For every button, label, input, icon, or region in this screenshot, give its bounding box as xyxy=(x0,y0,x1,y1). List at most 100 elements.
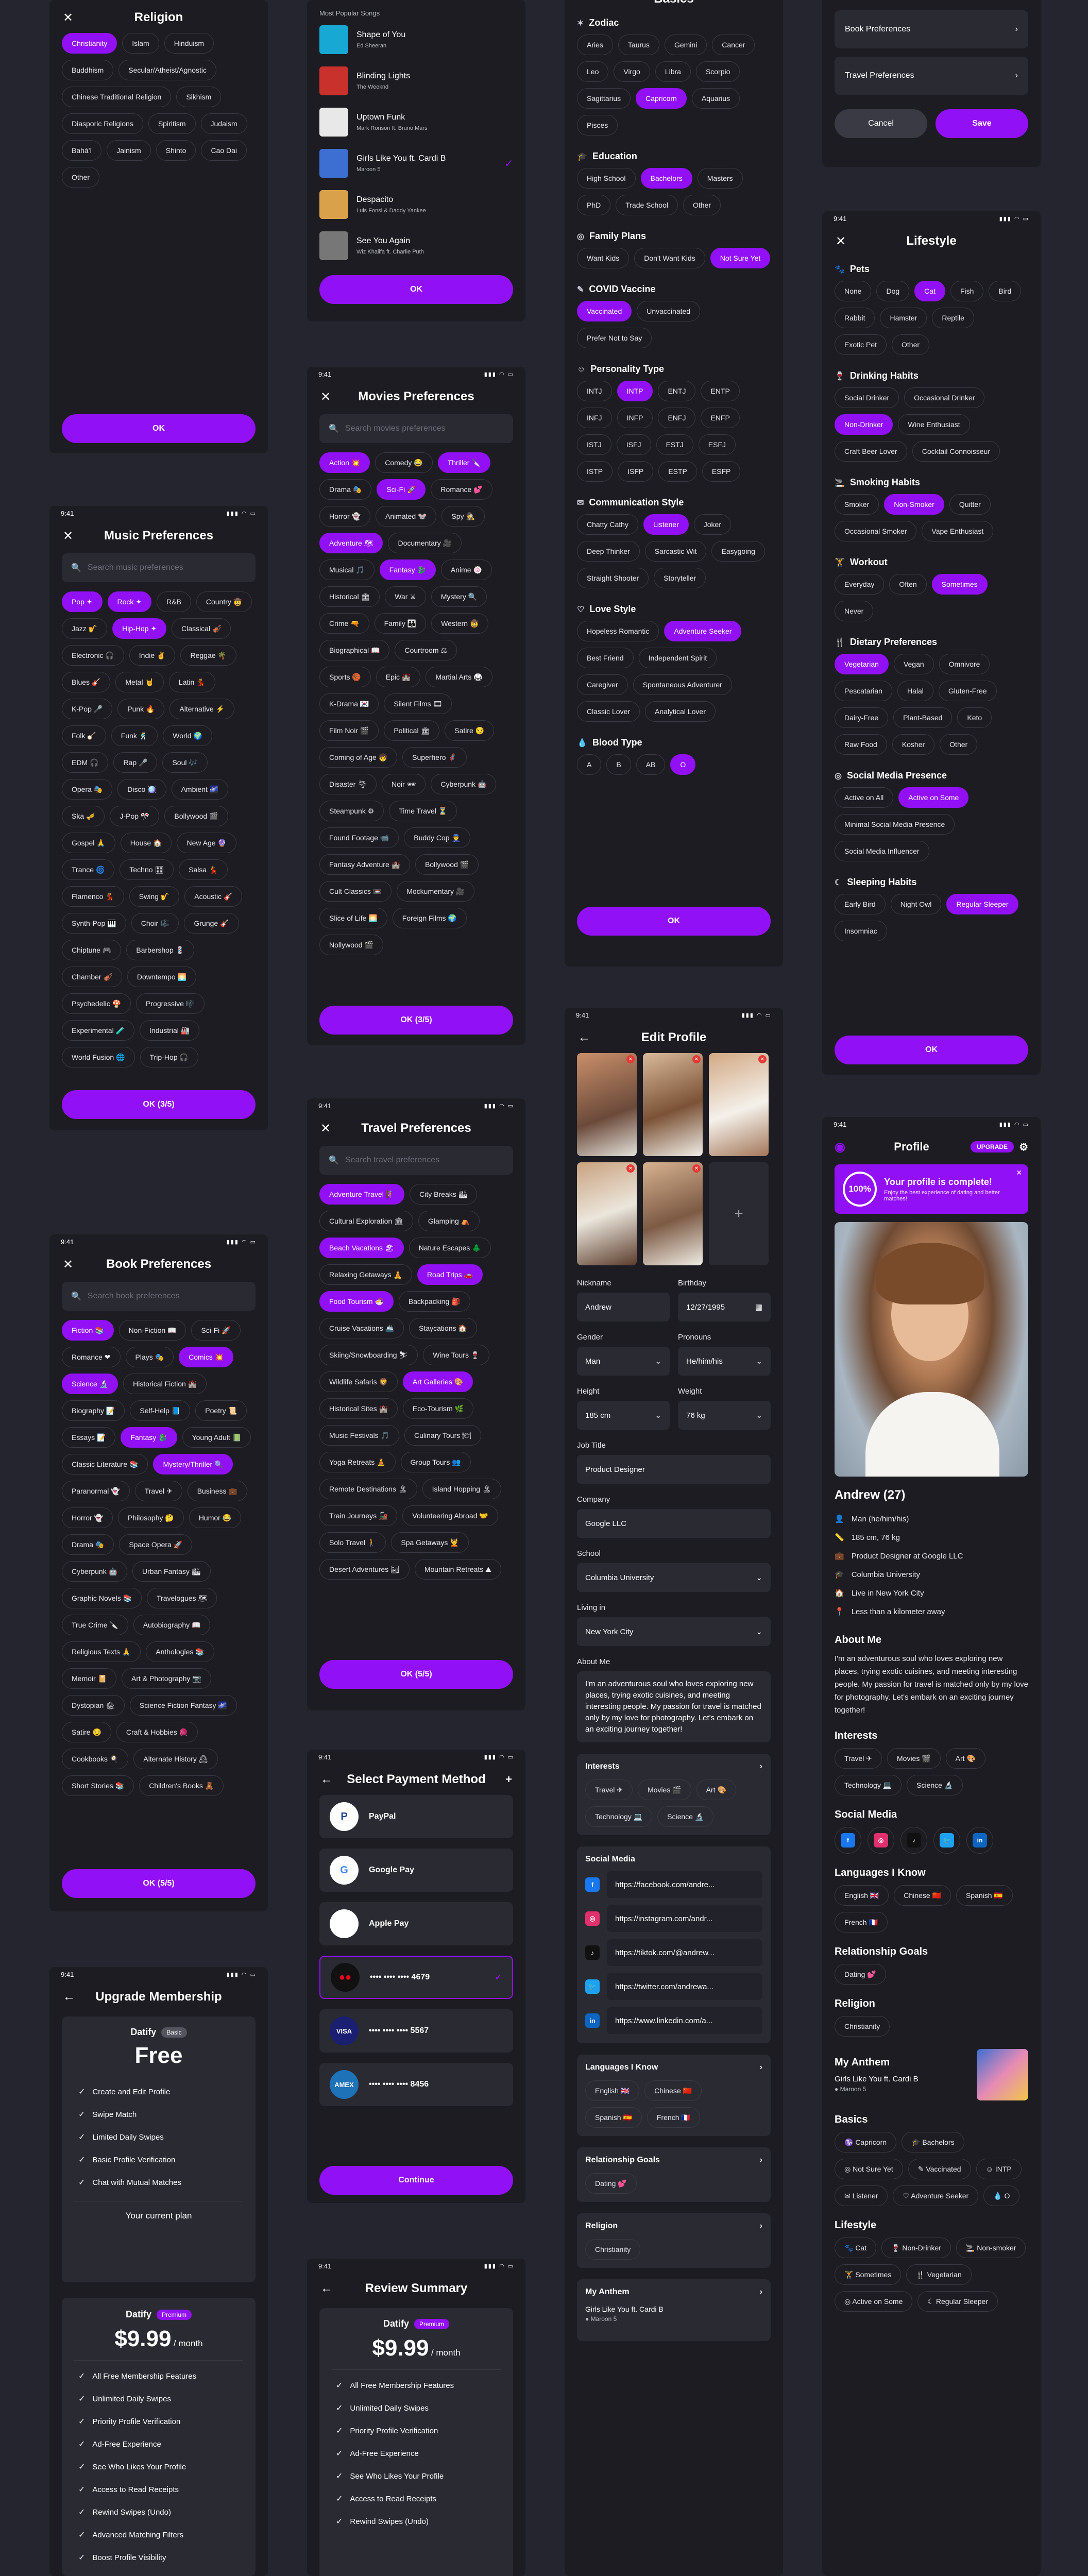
option-chip[interactable]: Solo Travel 🚶 xyxy=(319,1532,386,1553)
option-chip[interactable]: Fantasy 🐉 xyxy=(121,1427,177,1448)
option-chip[interactable]: Christianity xyxy=(62,33,117,54)
option-chip[interactable]: Paranormal 👻 xyxy=(62,1481,130,1501)
option-chip[interactable]: Anthologies 📚 xyxy=(146,1641,214,1662)
option-chip[interactable]: Pisces xyxy=(577,115,618,135)
option-chip[interactable]: True Crime 🔪 xyxy=(62,1615,128,1635)
height-select[interactable]: 185 cm ⌄ xyxy=(577,1401,670,1430)
song-row[interactable]: Girls Like You ft. Cardi B Maroon 5 ✓ xyxy=(307,143,525,184)
option-chip[interactable]: Kosher xyxy=(892,734,935,755)
option-chip[interactable]: ESTJ xyxy=(656,434,693,455)
option-chip[interactable]: Raw Food xyxy=(835,734,887,755)
add-photo-button[interactable]: + xyxy=(709,1162,769,1265)
option-chip[interactable]: Classic Lover xyxy=(577,701,640,722)
option-chip[interactable]: Pescatarian xyxy=(835,681,892,701)
option-chip[interactable]: Staycations 🏠 xyxy=(409,1318,477,1338)
profile-photo[interactable]: ✕ xyxy=(643,1053,703,1156)
remove-icon[interactable]: ✕ xyxy=(626,1164,635,1173)
option-chip[interactable]: Satire 😏 xyxy=(62,1722,111,1742)
option-chip[interactable]: Romance ❤ xyxy=(62,1347,121,1367)
option-chip[interactable]: Spiritism xyxy=(148,113,196,134)
option-chip[interactable]: Deep Thinker xyxy=(577,541,640,562)
option-chip[interactable]: Trip-Hop 🎧 xyxy=(140,1047,198,1067)
about-textarea[interactable]: I'm an adventurous soul who loves explor… xyxy=(577,1671,771,1742)
option-chip[interactable]: Chatty Cathy xyxy=(577,514,638,535)
option-chip[interactable]: Science Fiction Fantasy 🌌 xyxy=(129,1695,237,1716)
option-chip[interactable]: Islam xyxy=(122,33,159,54)
option-chip[interactable]: Classical 🎻 xyxy=(172,618,231,639)
languages-card[interactable]: Languages I Know › English 🇬🇧 Chinese 🇨🇳 Sp… xyxy=(577,2055,771,2136)
option-chip[interactable]: B xyxy=(606,754,631,775)
back-arrow-icon[interactable]: ← xyxy=(320,1772,333,1787)
option-chip[interactable]: Plays 🎭 xyxy=(125,1347,174,1367)
social-link-row[interactable]: in https://www.linkedin.com/a... xyxy=(585,2007,762,2034)
option-chip[interactable]: Night Owl xyxy=(890,894,942,914)
option-chip[interactable]: Ambient 🌌 xyxy=(171,779,229,800)
option-chip[interactable]: ENFJ xyxy=(658,408,696,428)
birthday-field[interactable]: 12/27/1995 ▦ xyxy=(678,1293,771,1321)
option-chip[interactable]: INTJ xyxy=(577,381,612,401)
option-chip[interactable]: Yoga Retreats 🧘 xyxy=(319,1452,396,1472)
option-chip[interactable]: Techno 🎛 xyxy=(120,859,174,880)
option-chip[interactable]: Funk 🕺 xyxy=(111,725,158,746)
settings-gear-icon[interactable]: ⚙ xyxy=(1019,1141,1028,1154)
option-chip[interactable]: Animated 🐭 xyxy=(376,506,437,527)
option-chip[interactable]: Mystery 🔍 xyxy=(431,586,487,607)
option-chip[interactable]: Disco 🪩 xyxy=(117,779,166,800)
option-chip[interactable]: Wine Tours 🍷 xyxy=(423,1345,490,1365)
gender-select[interactable]: Man ⌄ xyxy=(577,1347,670,1376)
option-chip[interactable]: Glamping ⛺ xyxy=(418,1211,480,1231)
option-chip[interactable]: Bollywood 🎬 xyxy=(164,806,228,826)
option-chip[interactable]: Rabbit xyxy=(835,308,875,328)
option-chip[interactable]: ESFP xyxy=(702,461,741,482)
option-chip[interactable]: K-Drama 🇰🇷 xyxy=(319,693,379,714)
option-chip[interactable]: Blues 🎸 xyxy=(62,672,111,692)
option-chip[interactable]: Adventure Seeker xyxy=(664,621,742,641)
option-chip[interactable]: Active on Some xyxy=(898,787,969,808)
close-icon[interactable]: ✕ xyxy=(836,234,846,249)
social-icon[interactable]: 🐦 xyxy=(933,1827,960,1854)
job-field[interactable]: Product Designer xyxy=(577,1455,771,1484)
option-chip[interactable]: Family 👪 xyxy=(374,613,427,634)
social-url-field[interactable]: https://www.linkedin.com/a... xyxy=(607,2007,762,2034)
option-chip[interactable]: J-Pop 🎌 xyxy=(110,806,160,826)
option-chip[interactable]: Film Noir 🎬 xyxy=(319,720,379,741)
option-chip[interactable]: Electronic 🎧 xyxy=(62,645,124,666)
back-arrow-icon[interactable]: ← xyxy=(63,1990,75,2004)
option-chip[interactable]: Halal xyxy=(897,681,933,701)
option-chip[interactable]: Skiing/Snowboarding ⛷ xyxy=(319,1345,418,1365)
option-chip[interactable]: Mystery/Thriller 🔍 xyxy=(153,1454,233,1475)
song-row[interactable]: Despacito Luis Fonsi & Daddy Yankee xyxy=(307,184,525,225)
option-chip[interactable]: Gluten-Free xyxy=(938,681,997,701)
option-chip[interactable]: Buddy Cop 👮 xyxy=(404,827,470,848)
ok-button[interactable]: OK (5/5) xyxy=(319,1660,513,1689)
option-chip[interactable]: Leo xyxy=(577,61,609,82)
close-icon[interactable]: ✕ xyxy=(63,1257,73,1272)
interests-card[interactable]: Interests › Travel ✈ Movies 🎬 Art 🎨 Technolo… xyxy=(577,1754,771,1835)
option-chip[interactable]: Vegetarian xyxy=(835,654,889,674)
option-chip[interactable]: Listener xyxy=(643,514,689,535)
option-chip[interactable]: Soul 🎶 xyxy=(162,752,208,773)
option-chip[interactable]: Thriller 🔪 xyxy=(437,452,490,473)
option-chip[interactable]: Food Tourism 🍜 xyxy=(319,1291,394,1312)
option-chip[interactable]: Insomniac xyxy=(835,921,887,941)
option-chip[interactable]: Sci-Fi 🚀 xyxy=(191,1320,241,1341)
search-input[interactable]: 🔍 Search travel preferences xyxy=(319,1146,513,1175)
option-chip[interactable]: Desert Adventures 🏜 xyxy=(319,1559,410,1580)
option-chip[interactable]: Non-Smoker xyxy=(884,494,944,515)
option-chip[interactable]: Beach Vacations 🏖 xyxy=(319,1238,404,1258)
option-chip[interactable]: Classic Literature 📚 xyxy=(62,1454,148,1475)
option-chip[interactable]: Essays 📝 xyxy=(62,1427,116,1448)
option-chip[interactable]: Children's Books 🧸 xyxy=(139,1775,224,1796)
option-chip[interactable]: Art Galleries 🎨 xyxy=(402,1371,473,1392)
option-chip[interactable]: Silent Films 🎞 xyxy=(384,693,452,714)
goals-card[interactable]: Relationship Goals › Dating 💕 xyxy=(577,2147,771,2202)
social-url-field[interactable]: https://twitter.com/andrewa... xyxy=(607,1973,762,2000)
option-chip[interactable]: Folk 🪕 xyxy=(62,725,106,746)
option-chip[interactable]: Ska 🎺 xyxy=(62,806,105,826)
search-input[interactable]: 🔍 Search music preferences xyxy=(62,553,256,582)
song-row[interactable]: See You Again Wiz Khalifa ft. Charlie Put… xyxy=(307,225,525,266)
option-chip[interactable]: AB xyxy=(636,754,666,775)
option-chip[interactable]: Mockumentary 🎥 xyxy=(397,881,475,902)
option-chip[interactable]: Urban Fantasy 🏙 xyxy=(132,1561,211,1582)
option-chip[interactable]: Found Footage 📹 xyxy=(319,827,399,848)
